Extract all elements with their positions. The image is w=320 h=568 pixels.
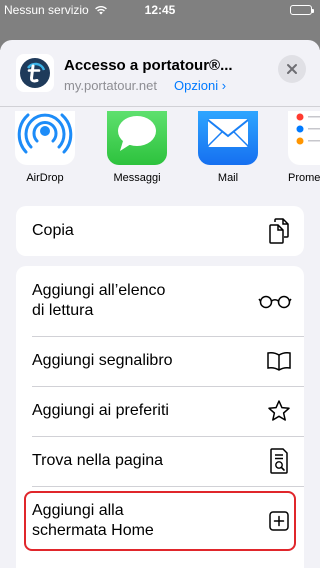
app-tile-mail[interactable]: Mail — [198, 111, 258, 184]
star-icon — [266, 398, 292, 424]
action-add-to-home-screen[interactable]: Aggiungi alla schermata Home — [16, 486, 304, 556]
action-label: Copia — [32, 222, 74, 239]
chevron-right-icon: › — [221, 78, 227, 93]
app-label-airdrop: AirDrop — [26, 172, 64, 184]
find-in-page-icon — [266, 448, 292, 474]
action-add-bookmark[interactable]: Aggiungi segnalibro — [16, 336, 304, 386]
action-label: Aggiungi all’elenco di lettura — [32, 282, 166, 319]
share-title: Accesso a portatour®... — [64, 57, 233, 74]
options-link[interactable]: Opzioni › — [174, 78, 226, 93]
status-time: 12:45 — [144, 3, 176, 17]
share-url: my.portatour.net — [64, 78, 157, 93]
copy-icon — [266, 218, 292, 244]
book-icon — [266, 348, 292, 374]
app-label-messages: Messaggi — [113, 172, 161, 184]
portatour-logo-icon — [16, 54, 54, 92]
close-button[interactable] — [278, 55, 306, 83]
app-label-mail: Mail — [217, 172, 239, 184]
close-icon — [287, 64, 297, 74]
action-add-reading-list[interactable]: Aggiungi all’elenco di lettura — [16, 266, 304, 336]
share-sheet-header: Accesso a portatour®... my.portatour.net… — [0, 40, 320, 106]
action-add-favorites[interactable]: Aggiungi ai preferiti — [16, 386, 304, 436]
action-label: Aggiungi alla schermata Home — [32, 502, 154, 539]
glasses-icon — [258, 288, 292, 314]
action-label: Trova nella pagina — [32, 452, 164, 469]
app-label-reminders: Prome — [288, 172, 320, 184]
action-label: Aggiungi segnalibro — [32, 352, 173, 369]
battery-icon — [290, 5, 314, 15]
action-find-in-page[interactable]: Trova nella pagina — [16, 436, 304, 486]
mail-icon — [198, 111, 258, 165]
airdrop-icon — [15, 111, 75, 165]
options-label: Opzioni — [174, 78, 219, 93]
app-tile-messages[interactable]: Messaggi — [107, 111, 167, 184]
status-bar: Nessun servizio 12:45 — [0, 0, 320, 20]
action-label: Aggiungi ai preferiti — [32, 402, 169, 419]
share-sheet: Accesso a portatour®... my.portatour.net… — [0, 40, 320, 568]
messages-icon — [107, 111, 167, 165]
reminders-icon — [288, 111, 320, 165]
app-tile-reminders[interactable]: Prome — [288, 111, 320, 184]
actions-group-copy: Copia — [16, 206, 304, 256]
action-copy[interactable]: Copia — [16, 206, 304, 256]
actions-group-main: Aggiungi all’elenco di lettura Aggiungi … — [16, 266, 304, 568]
app-tile-airdrop[interactable]: AirDrop — [15, 111, 75, 184]
add-square-icon — [266, 508, 292, 534]
share-apps-row: AirDrop Messaggi Mail Prome — [0, 107, 320, 207]
